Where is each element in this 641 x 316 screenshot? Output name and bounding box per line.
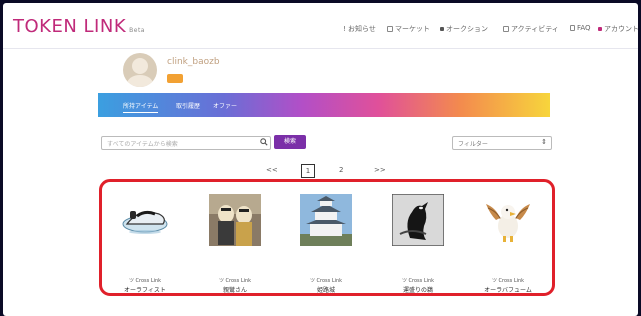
username: clink_baozb (167, 57, 220, 67)
item-brand: ツ Cross Link (218, 278, 252, 284)
status-badge (167, 74, 183, 83)
logo-text: TOKEN LINK (13, 16, 127, 37)
castle-image (300, 194, 352, 246)
cormorant-image (392, 194, 444, 246)
top-navigation-bar: TOKEN LINK Beta ! お知らせ マーケット オークション アクティビ… (3, 3, 638, 49)
activity-icon (503, 26, 509, 32)
search-placeholder: すべてのアイテムから検索 (107, 141, 178, 148)
nav-item-label: オークション (446, 25, 488, 33)
pagination-next[interactable]: >> (374, 166, 386, 174)
filter-select[interactable]: フィルター ⇕ (452, 136, 552, 150)
pagination-prev[interactable]: << (266, 166, 278, 174)
nav-item-auction[interactable]: オークション (440, 24, 488, 34)
chevron-updown-icon: ⇕ (541, 138, 547, 146)
pagination-page-2[interactable]: 2 (339, 166, 343, 174)
filter-label: フィルター (458, 141, 488, 148)
item-brand: ツ Cross Link (401, 278, 435, 284)
nav-item-faq[interactable]: FAQ (570, 24, 591, 32)
account-icon (598, 27, 602, 31)
search-icon[interactable] (260, 138, 268, 146)
nav-item-market[interactable]: マーケット (387, 24, 430, 34)
tab-owned-items[interactable]: 所持アイテム (123, 101, 159, 113)
nav-item-news[interactable]: ! お知らせ (343, 24, 376, 34)
item-brand: ツ Cross Link (128, 278, 162, 284)
item-brand: ツ Cross Link (309, 278, 343, 284)
nav-item-label: アクティビティ (511, 25, 559, 33)
item-name: オーラフィスト (124, 287, 166, 294)
tab-offers[interactable]: オファー (213, 101, 237, 110)
store-icon (387, 26, 393, 32)
nav-item-label: マーケット (395, 25, 430, 33)
nav-item-label: ! お知らせ (343, 25, 376, 33)
nav-item-activity[interactable]: アクティビティ (503, 24, 559, 34)
item-name: 親鸞さん (222, 287, 247, 294)
item-brand: ツ Cross Link (491, 278, 525, 284)
avatar (123, 53, 157, 87)
tab-history[interactable]: 取引履歴 (176, 101, 200, 110)
logo[interactable]: TOKEN LINK Beta (13, 16, 145, 37)
search-input[interactable]: すべてのアイテムから検索 (101, 136, 271, 150)
profile-tab-bar: 所持アイテム 取引履歴 オファー (98, 93, 550, 117)
browser-content: TOKEN LINK Beta ! お知らせ マーケット オークション アクティビ… (3, 3, 638, 316)
gavel-icon (440, 27, 444, 31)
item-name: 姫路城 (316, 287, 335, 294)
search-button[interactable]: 検索 (274, 135, 306, 149)
item-grid: ツ Cross Link オーラフィスト ツ Cross Link 親鸞さん ツ… (99, 179, 555, 296)
item-name: オーラバフューム (484, 287, 532, 294)
nav-item-label: アカウント (604, 25, 638, 33)
figures-image (209, 194, 261, 246)
nav-item-account[interactable]: アカウント (598, 24, 638, 34)
faq-icon (570, 25, 575, 31)
nav-item-label: FAQ (577, 24, 591, 32)
logo-beta-label: Beta (129, 27, 145, 34)
eagle-image (486, 204, 530, 242)
hovercraft-image (122, 210, 168, 234)
pagination-page-1[interactable]: 1 (301, 164, 315, 178)
item-name: 運盛りの鵜 (402, 287, 433, 294)
